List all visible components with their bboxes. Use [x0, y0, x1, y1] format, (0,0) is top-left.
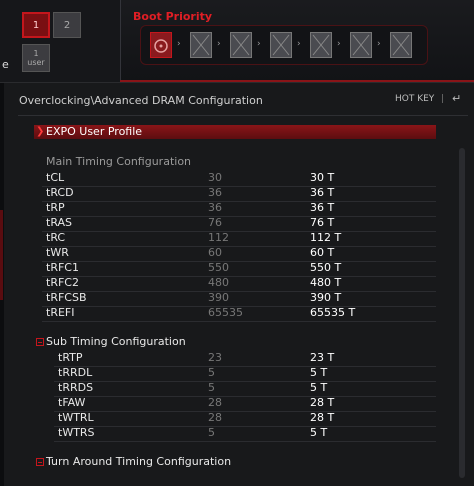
- boot-device-slot-icon[interactable]: [190, 32, 212, 58]
- timing-value[interactable]: 23 T: [310, 351, 334, 364]
- timing-name: tWTRL: [58, 411, 94, 424]
- main-timing-title: Main Timing Configuration: [46, 155, 192, 168]
- timing-auto-value: 65535: [208, 306, 243, 319]
- sub-row-twtrs[interactable]: tWTRS 5 5 T: [54, 424, 436, 442]
- boot-device-slot-icon[interactable]: [310, 32, 332, 58]
- timing-value[interactable]: 36 T: [310, 201, 334, 214]
- profile-panel: 1 2 1 user e: [0, 0, 121, 82]
- timing-name: tCL: [46, 171, 65, 184]
- timing-value[interactable]: 30 T: [310, 171, 334, 184]
- chevron-right-icon: ❯: [36, 126, 45, 137]
- boot-device-slot-icon[interactable]: [390, 32, 412, 58]
- sub-timing-toggle[interactable]: Sub Timing Configuration: [36, 335, 186, 348]
- expo-user-profile-item[interactable]: ❯ EXPO User Profile: [34, 125, 436, 139]
- boot-priority-title: Boot Priority: [133, 10, 213, 23]
- timing-value[interactable]: 28 T: [310, 411, 334, 424]
- chevron-right-icon: ›: [257, 39, 261, 49]
- collapse-icon: [36, 458, 44, 466]
- timing-name: tRCD: [46, 186, 74, 199]
- timing-value[interactable]: 5 T: [310, 426, 327, 439]
- boot-device-hdd-icon[interactable]: [150, 32, 172, 58]
- timing-value[interactable]: 28 T: [310, 396, 334, 409]
- left-accent: [0, 210, 3, 300]
- profile-2-button[interactable]: 2: [53, 12, 81, 38]
- timing-name: tRFCSB: [46, 291, 87, 304]
- timing-auto-value: 480: [208, 276, 229, 289]
- timing-auto-value: 23: [208, 351, 222, 364]
- timing-auto-value: 30: [208, 171, 222, 184]
- timing-name: tRAS: [46, 216, 73, 229]
- timing-value[interactable]: 480 T: [310, 276, 341, 289]
- header-rule: [18, 115, 468, 116]
- timing-name: tRFC2: [46, 276, 79, 289]
- chevron-right-icon: ›: [217, 39, 221, 49]
- timing-name: tFAW: [58, 396, 86, 409]
- chevron-right-icon: ›: [337, 39, 341, 49]
- timing-name: tREFI: [46, 306, 75, 319]
- breadcrumb: Overclocking\Advanced DRAM Configuration: [19, 94, 263, 107]
- boot-device-slot-icon[interactable]: [350, 32, 372, 58]
- timing-auto-value: 550: [208, 261, 229, 274]
- timing-name: tRTP: [58, 351, 83, 364]
- timing-name: tWR: [46, 246, 69, 259]
- hotkey-button[interactable]: HOT KEY: [395, 94, 434, 104]
- user-profile-button[interactable]: 1 user: [22, 44, 50, 72]
- timing-auto-value: 28: [208, 411, 222, 424]
- chevron-right-icon: ›: [177, 39, 181, 49]
- expo-user-profile-label: EXPO User Profile: [46, 125, 143, 138]
- timing-value[interactable]: 390 T: [310, 291, 341, 304]
- hotkey-separator: |: [441, 94, 445, 104]
- timing-value[interactable]: 65535 T: [310, 306, 355, 319]
- timing-name: tRP: [46, 201, 65, 214]
- timing-value[interactable]: 5 T: [310, 366, 327, 379]
- scrollbar-thumb[interactable]: [459, 148, 465, 478]
- timing-auto-value: 36: [208, 186, 222, 199]
- timing-auto-value: 5: [208, 381, 215, 394]
- boot-device-slot-icon[interactable]: [270, 32, 292, 58]
- timing-auto-value: 28: [208, 396, 222, 409]
- timing-auto-value: 390: [208, 291, 229, 304]
- timing-name: tRFC1: [46, 261, 79, 274]
- timing-value[interactable]: 550 T: [310, 261, 341, 274]
- header-divider: [120, 80, 474, 82]
- profile-2-label: 2: [63, 19, 71, 31]
- turnaround-timing-toggle[interactable]: Turn Around Timing Configuration: [36, 455, 231, 468]
- sub-timing-title: Sub Timing Configuration: [46, 335, 186, 348]
- timing-value[interactable]: 60 T: [310, 246, 334, 259]
- timing-value[interactable]: 5 T: [310, 381, 327, 394]
- timing-value[interactable]: 76 T: [310, 216, 334, 229]
- boot-device-slot-icon[interactable]: [230, 32, 252, 58]
- timing-auto-value: 5: [208, 426, 215, 439]
- timing-row-trefi[interactable]: tREFI 65535 65535 T: [42, 304, 436, 322]
- profile-1-label: 1: [32, 19, 40, 31]
- timing-auto-value: 5: [208, 366, 215, 379]
- user-profile-label: user: [27, 58, 45, 67]
- timing-auto-value: 36: [208, 201, 222, 214]
- timing-name: tRRDS: [58, 381, 94, 394]
- timing-auto-value: 76: [208, 216, 222, 229]
- timing-name: tRC: [46, 231, 66, 244]
- chevron-right-icon: ›: [377, 39, 381, 49]
- back-icon[interactable]: ↵: [452, 92, 461, 105]
- timing-name: tWTRS: [58, 426, 95, 439]
- timing-value[interactable]: 36 T: [310, 186, 334, 199]
- user-profile-number: 1: [33, 49, 39, 58]
- timing-value[interactable]: 112 T: [310, 231, 341, 244]
- timing-auto-value: 112: [208, 231, 229, 244]
- chevron-right-icon: ›: [297, 39, 301, 49]
- mode-label-fragment: e: [2, 58, 9, 71]
- collapse-icon: [36, 338, 44, 346]
- timing-name: tRRDL: [58, 366, 93, 379]
- profile-1-button[interactable]: 1: [22, 12, 50, 38]
- timing-auto-value: 60: [208, 246, 222, 259]
- turnaround-timing-title: Turn Around Timing Configuration: [46, 455, 232, 468]
